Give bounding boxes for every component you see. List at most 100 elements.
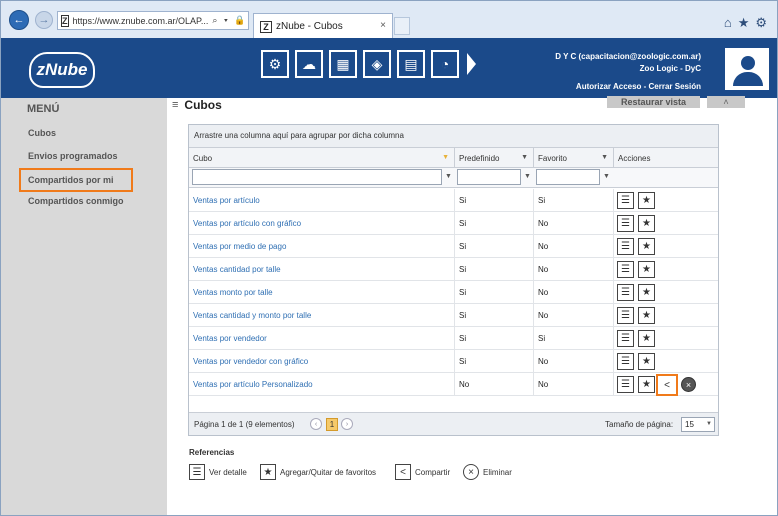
view-detail-icon[interactable]: ☰ <box>617 330 634 347</box>
module-config-icon[interactable]: ⚙ <box>261 50 289 78</box>
hamburger-menu-icon[interactable]: ≡ <box>172 99 178 111</box>
column-header-predefinido[interactable]: Predefinido ▼ <box>455 148 534 168</box>
address-tools-icon[interactable]: ⌕ ▾ 🔒 C <box>212 15 248 26</box>
table-row[interactable]: Ventas por vendedor Si Si ☰ ★ <box>189 327 718 350</box>
cube-name-link[interactable]: Ventas por artículo Personalizado <box>189 373 455 396</box>
view-detail-icon[interactable]: ☰ <box>617 353 634 370</box>
column-header-cubo[interactable]: Cubo ▼ <box>189 148 455 168</box>
cube-name-link[interactable]: Ventas por vendedor <box>189 327 455 350</box>
settings-gear-icon[interactable]: ⚙ <box>755 15 767 31</box>
restore-view-button[interactable]: Restaurar vista <box>607 96 700 108</box>
group-panel[interactable]: Arrastre una columna aquí para agrupar p… <box>189 125 718 148</box>
back-arrow-icon[interactable]: ← <box>9 10 29 30</box>
favorite-star-icon[interactable]: ★ <box>638 261 655 278</box>
filter-input-predefinido[interactable] <box>457 169 521 185</box>
new-tab-button[interactable] <box>394 17 410 35</box>
browser-tab[interactable]: Z zNube - Cubos × <box>253 13 393 39</box>
view-detail-icon[interactable]: ☰ <box>617 261 634 278</box>
favorites-star-icon[interactable]: ★ <box>738 15 750 31</box>
predefinido-cell: Si <box>455 350 534 373</box>
favorite-star-icon[interactable]: ★ <box>638 238 655 255</box>
current-page-button[interactable]: 1 <box>326 418 338 431</box>
module-cloud-icon[interactable]: ☁ <box>295 50 323 78</box>
forward-arrow-icon[interactable]: → <box>35 11 53 29</box>
table-row[interactable]: Ventas por medio de pago Si No ☰ ★ <box>189 235 718 258</box>
favorito-cell: Si <box>534 327 614 350</box>
ref-delete-label: Eliminar <box>483 467 512 477</box>
view-detail-icon[interactable]: ☰ <box>617 215 634 232</box>
sidebar-item-envios[interactable]: Envios programados <box>28 151 118 161</box>
cube-name-link[interactable]: Ventas por vendedor con gráfico <box>189 350 455 373</box>
filter-funnel-icon[interactable]: ▼ <box>521 154 528 161</box>
user-company: Zoo Logic - DyC <box>639 64 701 73</box>
close-tab-icon[interactable]: × <box>380 20 386 31</box>
favorite-star-icon[interactable]: ★ <box>638 353 655 370</box>
favorito-cell: No <box>534 235 614 258</box>
favorite-star-icon[interactable]: ★ <box>638 192 655 209</box>
avatar[interactable] <box>725 48 769 90</box>
home-icon[interactable]: ⌂ <box>724 15 732 31</box>
view-detail-icon[interactable]: ☰ <box>617 192 634 209</box>
cube-name-link[interactable]: Ventas por medio de pago <box>189 235 455 258</box>
user-actions[interactable]: Autorizar Acceso - Cerrar Sesión <box>555 81 701 93</box>
view-detail-icon[interactable]: ☰ <box>617 284 634 301</box>
delete-x-icon[interactable]: × <box>681 377 696 392</box>
favorite-star-icon[interactable]: ★ <box>638 307 655 324</box>
sidebar-item-compartidos-por-mi[interactable]: Compartidos por mi <box>19 168 133 192</box>
module-cube-icon[interactable]: ◈ <box>363 50 391 78</box>
references-list: ☰ Ver detalle ★ Agregar/Quitar de favori… <box>189 464 549 484</box>
collapse-button[interactable]: ˄ <box>707 96 745 108</box>
header-row: Cubo ▼ Predefinido ▼ Favorito ▼ Acciones <box>189 148 718 168</box>
table-row[interactable]: Ventas cantidad por talle Si No ☰ ★ <box>189 258 718 281</box>
favorite-star-icon[interactable]: ★ <box>638 215 655 232</box>
table-row[interactable]: Ventas por vendedor con gráfico Si No ☰ ★ <box>189 350 718 373</box>
column-header-favorito[interactable]: Favorito ▼ <box>534 148 614 168</box>
filter-funnel-icon[interactable]: ▼ <box>603 173 610 180</box>
cube-name-link[interactable]: Ventas cantidad por talle <box>189 258 455 281</box>
delete-x-icon: × <box>463 464 479 480</box>
filter-input-cubo[interactable] <box>192 169 442 185</box>
prev-page-icon[interactable]: ‹ <box>310 418 322 430</box>
user-email: D Y C (capacitacion@zoologic.com.ar) <box>555 52 701 61</box>
page-size-label: Tamaño de página: <box>605 420 674 429</box>
module-clock-icon[interactable]: ◔ <box>431 50 459 78</box>
table-row[interactable]: Ventas por artículo Si Si ☰ ★ <box>189 189 718 212</box>
table-row[interactable]: Ventas por artículo con gráfico Si No ☰ ★ <box>189 212 718 235</box>
filter-funnel-icon[interactable]: ▼ <box>445 173 452 180</box>
favorite-star-icon[interactable]: ★ <box>638 330 655 347</box>
tab-favicon-icon: Z <box>260 20 272 33</box>
next-page-icon[interactable]: › <box>341 418 353 430</box>
cube-name-link[interactable]: Ventas cantidad y monto por talle <box>189 304 455 327</box>
view-detail-icon[interactable]: ☰ <box>617 376 634 393</box>
filter-input-favorito[interactable] <box>536 169 600 185</box>
view-detail-icon[interactable]: ☰ <box>617 307 634 324</box>
favorite-star-icon[interactable]: ★ <box>638 376 655 393</box>
ref-detail-label: Ver detalle <box>209 467 247 477</box>
share-icon[interactable]: < <box>656 374 678 396</box>
module-bar: ⚙ ☁ ▦ ◈ ▤ ◔ <box>261 50 476 78</box>
module-grid-icon[interactable]: ▦ <box>329 50 357 78</box>
table-row[interactable]: Ventas cantidad y monto por talle Si No ☰ ★ <box>189 304 718 327</box>
cube-name-link[interactable]: Ventas por artículo con gráfico <box>189 212 455 235</box>
cube-name-link[interactable]: Ventas por artículo <box>189 189 455 212</box>
view-detail-icon[interactable]: ☰ <box>617 238 634 255</box>
sidebar-item-cubos[interactable]: Cubos <box>28 128 56 138</box>
filter-funnel-icon[interactable]: ▼ <box>524 173 531 180</box>
address-bar[interactable]: Z https://www.znube.com.ar/OLAP... ⌕ ▾ 🔒… <box>57 11 249 30</box>
favorito-cell: No <box>534 373 614 396</box>
cube-name-link[interactable]: Ventas monto por talle <box>189 281 455 304</box>
chevron-down-icon: ▼ <box>706 421 712 427</box>
page-size-select[interactable]: 15 ▼ <box>681 417 715 432</box>
module-cart-icon[interactable]: ▤ <box>397 50 425 78</box>
znube-logo[interactable]: zNube <box>29 52 95 88</box>
share-icon: < <box>395 464 411 480</box>
table-row[interactable]: Ventas monto por talle Si No ☰ ★ <box>189 281 718 304</box>
references-title: Referencias <box>189 448 235 457</box>
table-row[interactable]: Ventas por artículo Personalizado No No ☰ ★ <… <box>189 373 718 396</box>
favorite-star-icon[interactable]: ★ <box>638 284 655 301</box>
sort-funnel-icon[interactable]: ▼ <box>442 154 449 161</box>
pager-summary: Página 1 de 1 (9 elementos) <box>194 420 295 429</box>
module-next-icon[interactable] <box>467 53 476 75</box>
sidebar-item-compartidos-conmigo[interactable]: Compartidos conmigo <box>28 196 124 206</box>
filter-funnel-icon[interactable]: ▼ <box>601 154 608 161</box>
